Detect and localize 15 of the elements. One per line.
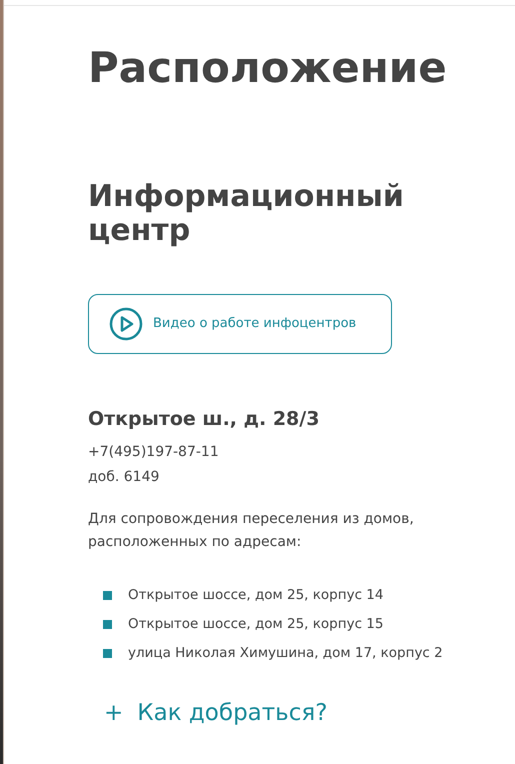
page-title: Расположение bbox=[88, 42, 447, 94]
phone-extension: доб. 6149 bbox=[88, 468, 160, 487]
address-item: улица Николая Химушина, дом 17, корпус 2 bbox=[128, 644, 443, 663]
video-button[interactable]: Видео о работе инфоцентров bbox=[88, 294, 392, 354]
address-item: Открытое шоссе, дом 25, корпус 14 bbox=[128, 586, 384, 605]
bullet-icon bbox=[103, 590, 112, 600]
play-icon bbox=[109, 307, 143, 341]
description-text: Для сопровождения переселения из домов, расположенных по адресам: bbox=[88, 510, 415, 552]
address-heading: Открытое ш., д. 28/3 bbox=[88, 407, 320, 432]
bullet-icon bbox=[103, 620, 112, 628]
address-item: Открытое шоссе, дом 25, корпус 15 bbox=[128, 615, 384, 634]
section-heading: Информационный центр bbox=[88, 180, 405, 248]
directions-toggle[interactable]: + Как добраться? bbox=[104, 696, 328, 730]
phone-number: +7(495)197-87-11 bbox=[88, 443, 219, 462]
bullet-icon bbox=[103, 648, 112, 658]
